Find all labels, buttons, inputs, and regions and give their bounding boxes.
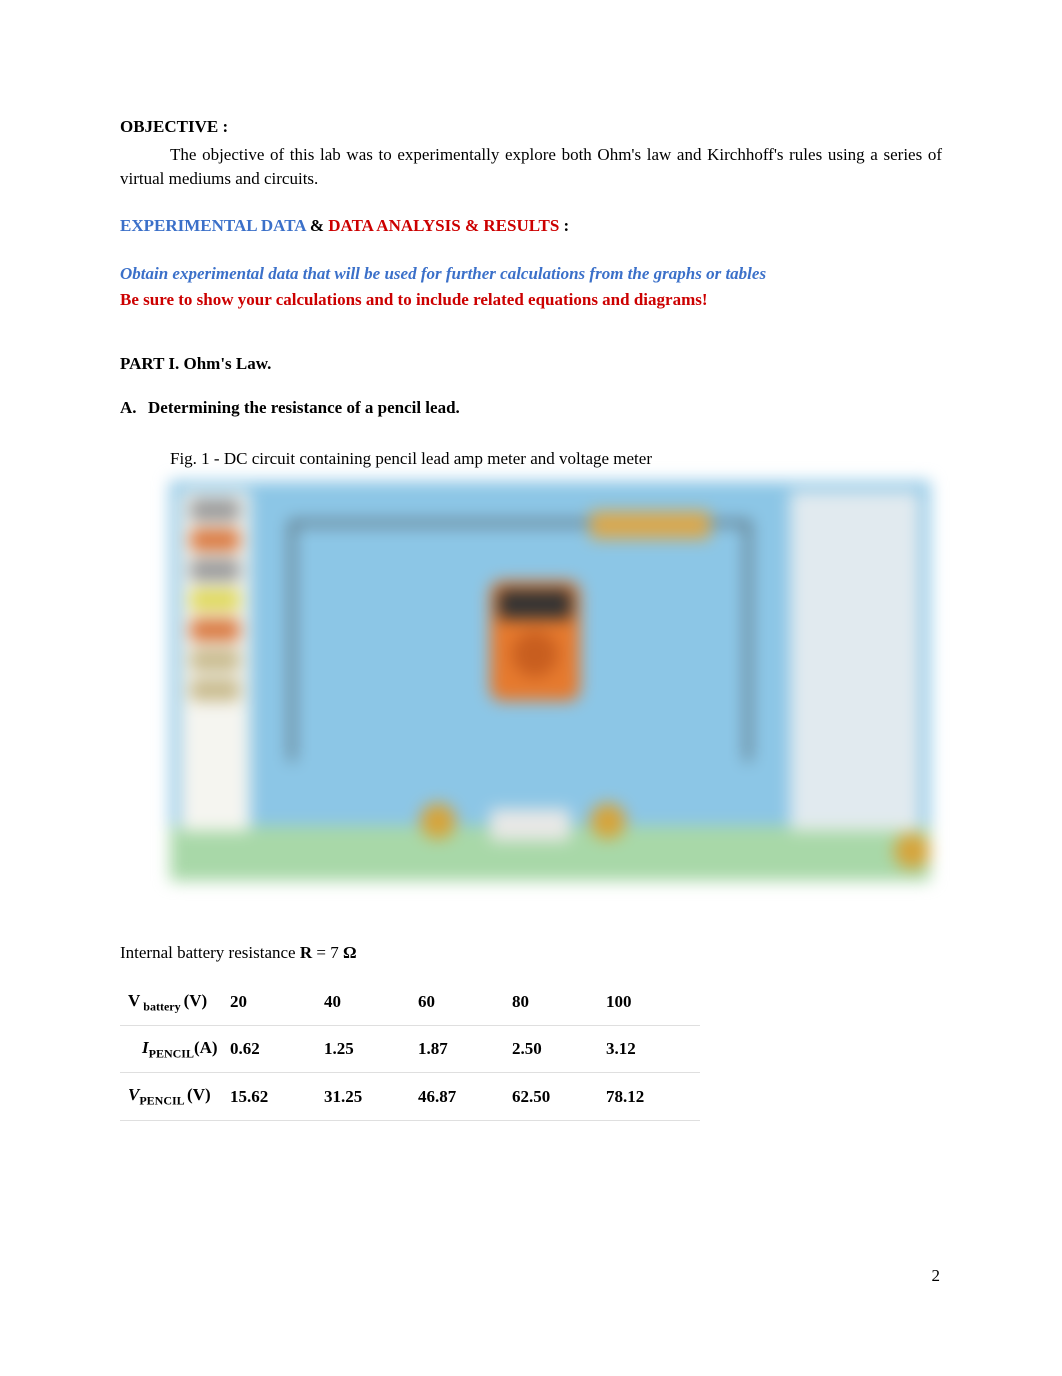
resistance-equals: = 7 bbox=[312, 943, 343, 962]
subsection-a: A. Determining the resistance of a penci… bbox=[120, 396, 942, 420]
subsection-text: Determining the resistance of a pencil l… bbox=[148, 396, 460, 420]
vbattery-sub: battery bbox=[140, 999, 183, 1013]
table-row-vpencil: VPENCIL (V) 15.62 31.25 46.87 62.50 78.1… bbox=[120, 1073, 700, 1120]
vpencil-prefix: V bbox=[128, 1085, 139, 1104]
internal-resistance-text: Internal battery resistance R = 7 Ω bbox=[120, 941, 942, 965]
vbattery-col5: 100 bbox=[606, 979, 700, 1026]
figure-caption: Fig. 1 - DC circuit containing pencil le… bbox=[170, 447, 942, 471]
sidebar-component-4 bbox=[190, 589, 240, 611]
vbattery-col3: 60 bbox=[418, 979, 512, 1026]
heading-experimental-data: EXPERIMENTAL DATA bbox=[120, 216, 306, 235]
table-row-ipencil: IPENCIL(A) 0.62 1.25 1.87 2.50 3.12 bbox=[120, 1026, 700, 1073]
vpencil-col4: 62.50 bbox=[512, 1073, 606, 1120]
vbattery-col2: 40 bbox=[324, 979, 418, 1026]
vpencil-sub: PENCIL bbox=[139, 1094, 187, 1108]
instruction-obtain-data: Obtain experimental data that will be us… bbox=[120, 262, 942, 286]
page-number: 2 bbox=[932, 1264, 941, 1288]
sim-connector-2 bbox=[590, 803, 626, 839]
resistance-prefix: Internal battery resistance bbox=[120, 943, 300, 962]
objective-body: The objective of this lab was to experim… bbox=[120, 143, 942, 191]
objective-heading: OBJECTIVE : bbox=[120, 115, 942, 139]
sim-bottom-right-button bbox=[894, 833, 930, 869]
heading-ampersand: & bbox=[306, 216, 329, 235]
experimental-data-heading: EXPERIMENTAL DATA & DATA ANALYSIS & RESU… bbox=[120, 214, 942, 238]
resistance-unit: Ω bbox=[343, 943, 357, 962]
heading-colon: : bbox=[559, 216, 569, 235]
sidebar-component-3 bbox=[190, 559, 240, 581]
row-header-vpencil: VPENCIL (V) bbox=[120, 1073, 230, 1120]
vpencil-col3: 46.87 bbox=[418, 1073, 512, 1120]
vpencil-col2: 31.25 bbox=[324, 1073, 418, 1120]
sim-wire-right bbox=[746, 521, 750, 761]
sim-battery bbox=[590, 511, 710, 539]
sidebar-component-7 bbox=[190, 679, 240, 701]
sim-play-controls bbox=[490, 809, 570, 841]
sidebar-component-5 bbox=[190, 619, 240, 641]
vbattery-prefix: V bbox=[128, 991, 140, 1010]
vpencil-col1: 15.62 bbox=[230, 1073, 324, 1120]
sim-connector-1 bbox=[420, 803, 456, 839]
ipencil-suffix: (A) bbox=[194, 1038, 218, 1057]
ipencil-prefix: I bbox=[142, 1038, 149, 1057]
instruction-show-calculations: Be sure to show your calculations and to… bbox=[120, 288, 942, 312]
vbattery-col4: 80 bbox=[512, 979, 606, 1026]
vpencil-col5: 78.12 bbox=[606, 1073, 700, 1120]
resistance-symbol: R bbox=[300, 943, 312, 962]
sim-component-sidebar bbox=[180, 491, 250, 831]
circuit-simulator-screenshot bbox=[170, 481, 930, 881]
row-header-ipencil: IPENCIL(A) bbox=[120, 1026, 230, 1073]
sidebar-component-1 bbox=[190, 499, 240, 521]
ipencil-col4: 2.50 bbox=[512, 1026, 606, 1073]
sim-multimeter bbox=[490, 581, 580, 701]
vpencil-suffix: (V) bbox=[187, 1085, 211, 1104]
part1-title: PART I. Ohm's Law. bbox=[120, 352, 942, 376]
ipencil-col3: 1.87 bbox=[418, 1026, 512, 1073]
measurement-data-table: V battery (V) 20 40 60 80 100 IPENCIL(A)… bbox=[120, 979, 700, 1121]
vbattery-suffix: (V) bbox=[184, 991, 208, 1010]
subsection-letter: A. bbox=[120, 396, 148, 420]
sim-settings-panel bbox=[790, 491, 920, 831]
vbattery-col1: 20 bbox=[230, 979, 324, 1026]
heading-data-analysis: DATA ANALYSIS & RESULTS bbox=[328, 216, 559, 235]
ipencil-col2: 1.25 bbox=[324, 1026, 418, 1073]
sidebar-component-6 bbox=[190, 649, 240, 671]
row-header-vbattery: V battery (V) bbox=[120, 979, 230, 1026]
sim-wire-left bbox=[290, 521, 294, 761]
ipencil-col5: 3.12 bbox=[606, 1026, 700, 1073]
ipencil-sub: PENCIL bbox=[149, 1047, 194, 1061]
table-row-vbattery: V battery (V) 20 40 60 80 100 bbox=[120, 979, 700, 1026]
sidebar-component-2 bbox=[190, 529, 240, 551]
ipencil-col1: 0.62 bbox=[230, 1026, 324, 1073]
